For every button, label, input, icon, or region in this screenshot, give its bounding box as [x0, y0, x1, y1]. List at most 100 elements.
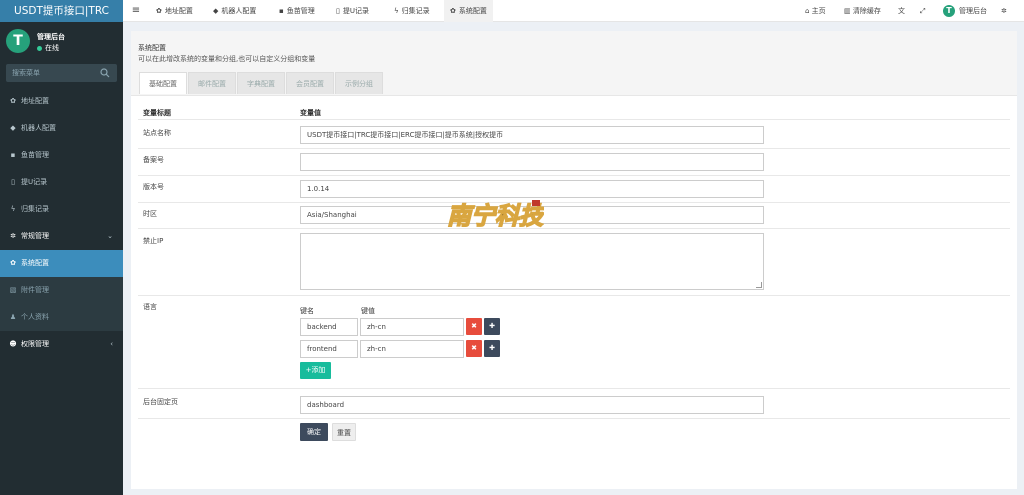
panel-heading: 系统配置 可以在此增改系统的变量和分组,也可以自定义分组和变量 基础配置 邮件配…	[131, 31, 1017, 96]
drag-row-button[interactable]: ✚	[484, 340, 500, 357]
bolt-icon: ϟ	[394, 7, 399, 15]
sidebar-item-label: 个人资料	[21, 313, 49, 321]
row-divider	[138, 418, 1010, 419]
cogs-icon: ✲	[10, 232, 16, 240]
search-input[interactable]	[6, 64, 96, 82]
row-divider	[138, 388, 1010, 389]
label-fixed-page: 后台固定页	[143, 398, 178, 406]
fullscreen-icon[interactable]: ⤢	[920, 0, 926, 22]
tab-label: 提U记录	[342, 7, 369, 15]
language-key-field[interactable]: backend	[300, 318, 358, 336]
tab-system-config[interactable]: ✿ 系统配置	[444, 0, 493, 22]
row-divider	[138, 295, 1010, 296]
sidebar-item-fish-manage[interactable]: ▪ 鱼苗管理	[0, 142, 123, 169]
tab-collect-log[interactable]: ϟ 归集记录	[388, 0, 436, 22]
sidebar-item-label: 提U记录	[21, 178, 48, 186]
sidebar-group-permissions[interactable]: ☻ 权限管理 ‹	[0, 331, 123, 358]
home-link[interactable]: ⌂ 主页	[805, 0, 826, 22]
sidebar-item-system-config[interactable]: ✿ 系统配置	[0, 250, 123, 277]
avatar: T	[6, 29, 30, 53]
add-language-button[interactable]: +添加	[300, 362, 331, 379]
tab-mail-config[interactable]: 邮件配置	[188, 72, 236, 94]
gear-icon: ✿	[10, 259, 16, 267]
sidebar-item-profile[interactable]: ♟ 个人资料	[0, 304, 123, 331]
clear-cache-button[interactable]: ▥ 清除缓存	[844, 0, 881, 22]
tab-member-config[interactable]: 会员配置	[286, 72, 334, 94]
language-value-header: 键值	[361, 307, 375, 315]
tab-label: 地址配置	[164, 7, 193, 15]
gear-icon: ✿	[156, 7, 162, 15]
label-timezone: 时区	[143, 210, 157, 218]
language-icon[interactable]: 文	[898, 0, 905, 22]
tab-robot-config[interactable]: ◆ 机器人配置	[207, 0, 262, 22]
admin-menu[interactable]: T 管理后台	[943, 0, 987, 22]
forbidden-ip-textarea[interactable]	[300, 233, 764, 290]
row-divider	[138, 148, 1010, 149]
site-name-field[interactable]: USDT提币接口|TRC提币接口|ERC提币接口|提币系统|授权提币	[300, 126, 764, 144]
sidebar-item-robot-config[interactable]: ◆ 机器人配置	[0, 115, 123, 142]
drag-row-button[interactable]: ✚	[484, 318, 500, 335]
bolt-icon: ϟ	[10, 205, 16, 213]
gear-icon: ✿	[10, 97, 16, 105]
tab-label: 归集记录	[401, 7, 430, 15]
fixed-page-field[interactable]: dashboard	[300, 396, 764, 414]
online-dot-icon	[37, 45, 42, 51]
resize-handle-icon[interactable]	[756, 282, 762, 288]
column-header-value: 变量值	[300, 109, 321, 117]
gear-icon: ✿	[450, 7, 456, 15]
clear-cache-label: 清除缓存	[852, 7, 881, 15]
submit-button[interactable]: 确定	[300, 423, 328, 441]
beian-field[interactable]	[300, 153, 764, 171]
brand-logo[interactable]: USDT提币接口|TRC	[0, 0, 123, 22]
chevron-down-icon: ⌄	[107, 232, 113, 240]
sidebar-item-address-config[interactable]: ✿ 地址配置	[0, 88, 123, 115]
tab-label: 系统配置	[458, 7, 487, 15]
sidebar-item-label: 机器人配置	[21, 124, 56, 132]
sidebar: USDT提币接口|TRC T 管理后台 在线 ✿ 地址配置 ◆ 机器人配置 ▪ 鱼苗管…	[0, 0, 123, 495]
column-header-title: 变量标题	[143, 109, 171, 117]
user-icon: ♟	[9, 313, 17, 321]
bookmark-icon: ▯	[11, 178, 15, 186]
language-value-field[interactable]: zh-cn	[360, 318, 464, 336]
label-version: 版本号	[143, 183, 164, 191]
tab-withdraw-log[interactable]: ▯ 提U记录	[330, 0, 375, 22]
user-status: 在线	[37, 43, 59, 53]
label-forbidden-ip: 禁止IP	[143, 237, 164, 245]
menu-toggle-icon[interactable]: ≡	[129, 0, 143, 22]
sidebar-item-collect-log[interactable]: ϟ 归集记录	[0, 196, 123, 223]
row-divider	[138, 175, 1010, 176]
search-icon[interactable]	[100, 68, 110, 78]
sidebar-item-label: 附件管理	[21, 286, 49, 294]
svg-text:南宁科技: 南宁科技	[447, 201, 544, 230]
reset-button[interactable]: 重置	[332, 423, 356, 441]
remove-row-button[interactable]: ✖	[466, 318, 482, 335]
language-value-field[interactable]: zh-cn	[360, 340, 464, 358]
sidebar-item-label: 地址配置	[21, 97, 49, 105]
tab-label: 机器人配置	[221, 7, 257, 15]
row-divider	[138, 119, 1010, 120]
language-key-header: 键名	[300, 307, 314, 315]
add-label: 添加	[311, 366, 326, 374]
file-image-icon: ▧	[9, 286, 17, 294]
tab-example-group[interactable]: 示例分组	[335, 72, 383, 94]
tab-address-config[interactable]: ✿ 地址配置	[150, 0, 199, 22]
admin-label: 管理后台	[959, 7, 987, 15]
tab-dict-config[interactable]: 字典配置	[237, 72, 285, 94]
user-name: 管理后台	[37, 33, 65, 41]
language-key-field[interactable]: frontend	[300, 340, 358, 358]
label-language: 语言	[143, 303, 157, 311]
trash-icon: ▥	[844, 7, 853, 15]
label-beian: 备案号	[143, 156, 164, 164]
sidebar-group-general[interactable]: ✲ 常规管理 ⌄	[0, 223, 123, 250]
settings-icon[interactable]: ✲	[1001, 0, 1007, 22]
sidebar-item-withdraw-log[interactable]: ▯ 提U记录	[0, 169, 123, 196]
row-divider	[138, 228, 1010, 229]
tab-label: 鱼苗管理	[286, 7, 315, 15]
tab-basic-config[interactable]: 基础配置	[139, 72, 187, 94]
label-site-name: 站点名称	[143, 129, 171, 137]
remove-row-button[interactable]: ✖	[466, 340, 482, 357]
tab-fish-manage[interactable]: ▪ 鱼苗管理	[273, 0, 321, 22]
sidebar-item-attachments[interactable]: ▧ 附件管理	[0, 277, 123, 304]
sidebar-group-label: 常规管理	[21, 232, 49, 240]
row-divider	[138, 202, 1010, 203]
